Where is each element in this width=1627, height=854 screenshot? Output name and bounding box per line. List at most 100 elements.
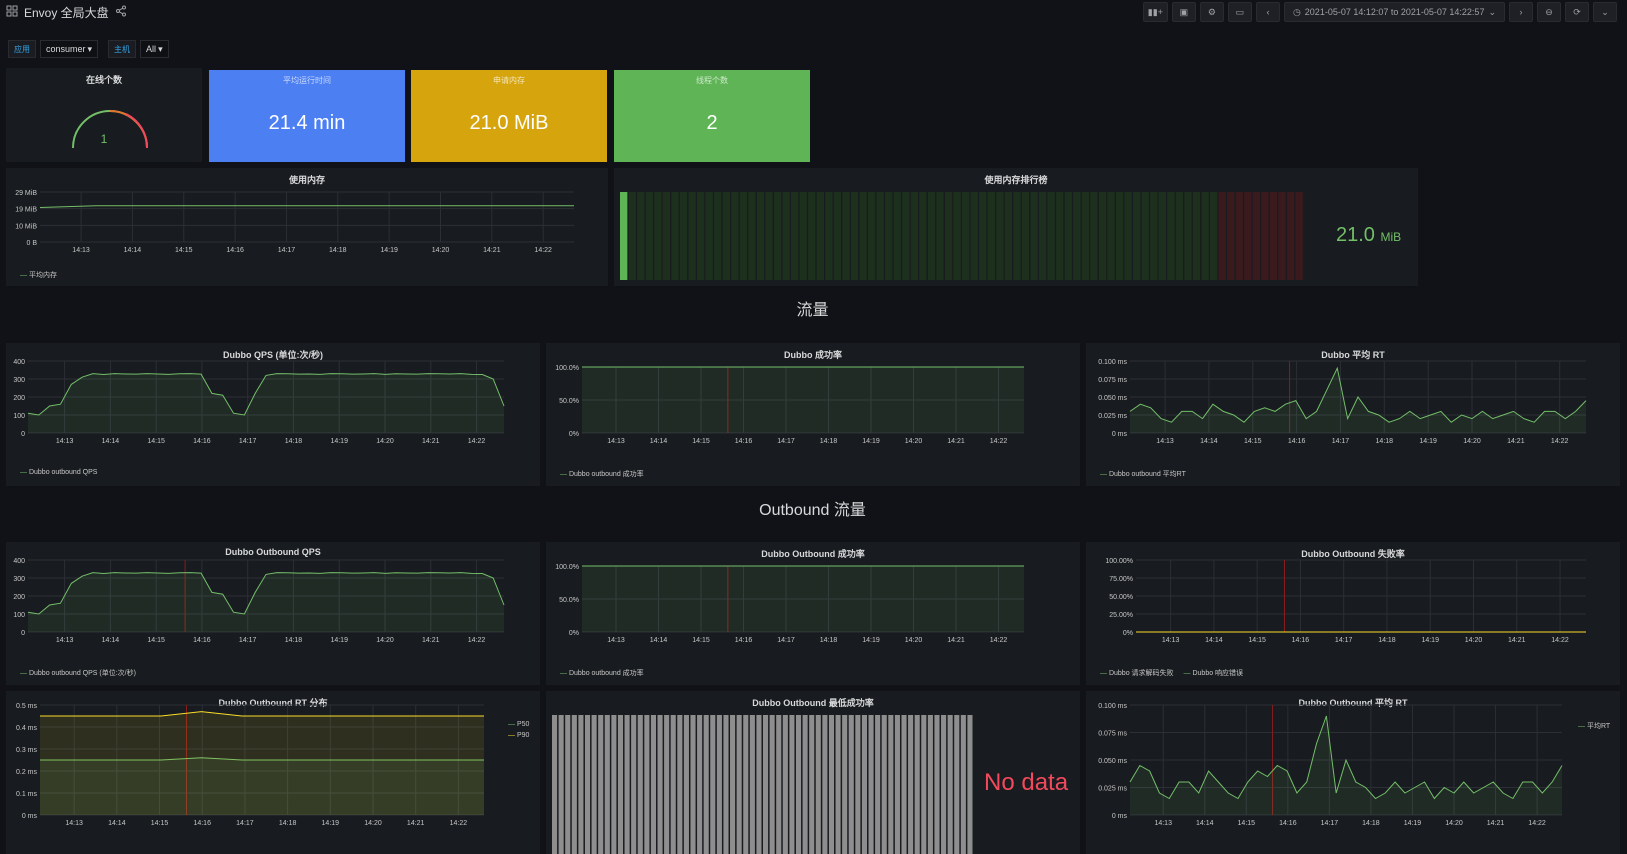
y-tick-label: 29 MiB [15, 190, 37, 197]
gauge-cell [960, 715, 966, 854]
x-tick-label: 14:15 [692, 438, 710, 445]
legend-item[interactable]: Dubbo outbound QPS [20, 469, 98, 476]
legend-item[interactable]: Dubbo outbound 成功率 [560, 469, 644, 479]
time-back-button[interactable]: ‹ [1255, 2, 1280, 22]
gauge-cell [1295, 192, 1303, 280]
gauge-cell [868, 715, 874, 854]
legend-item-p50[interactable]: — P50 [508, 721, 529, 728]
x-tick-label: 14:17 [239, 637, 257, 644]
gauge-cell [598, 715, 604, 854]
gauge-cell [822, 715, 828, 854]
legend-item[interactable]: 平均内存 [20, 270, 57, 280]
heap-panel: 申请内存 21.0 MiB [411, 70, 607, 162]
gauge-cell [1133, 192, 1141, 280]
refresh-button[interactable]: ⟳ [1565, 2, 1589, 22]
x-tick-label: 14:20 [905, 438, 923, 445]
series-area [28, 572, 504, 632]
y-tick-label: 0.050 ms [1098, 395, 1127, 402]
x-tick-label: 14:17 [239, 438, 257, 445]
x-tick-label: 14:18 [285, 637, 303, 644]
apps-icon[interactable] [6, 5, 18, 19]
y-tick-label: 50.0% [559, 597, 579, 604]
y-tick-label: 19 MiB [15, 207, 37, 214]
settings-button[interactable]: ⚙ [1199, 2, 1224, 22]
x-tick-label: 14:15 [1244, 438, 1262, 445]
row-title-outbound[interactable]: Outbound 流量 [740, 496, 885, 520]
legend-item[interactable]: Dubbo 请求解码失败 [1100, 668, 1174, 678]
x-tick-label: 14:16 [735, 637, 753, 644]
x-tick-label: 14:20 [376, 438, 394, 445]
gauge-cell [1021, 192, 1030, 280]
time-forward-button[interactable]: › [1509, 2, 1533, 22]
chart-legend: Dubbo outbound QPS (单位:次/秒) [20, 668, 136, 678]
gauge-cell [782, 192, 790, 280]
x-tick-label: 14:21 [422, 637, 440, 644]
x-tick-label: 14:19 [862, 438, 880, 445]
x-tick-label: 14:13 [607, 637, 625, 644]
chart-legend: Dubbo outbound 成功率 [560, 668, 644, 678]
dashboard-title[interactable]: Envoy 全局大盘 [24, 4, 109, 21]
row-title-traffic[interactable]: 流量 [780, 296, 845, 320]
gauge-cell [1184, 192, 1192, 280]
out-success-chart[interactable]: 0% 50.0% 100.0% 14:13 14:14 14:15 14:16 14:17 14… [546, 542, 1080, 685]
legend-item[interactable]: Dubbo outbound QPS (单位:次/秒) [20, 668, 136, 678]
gauge-cell [1201, 192, 1209, 280]
y-tick-label: 50.00% [1109, 594, 1133, 601]
gauge-cell [1278, 192, 1286, 280]
var-select-host[interactable]: All ▾ [140, 40, 169, 58]
x-tick-label: 14:21 [407, 820, 425, 827]
gauge-cell [954, 715, 960, 854]
x-tick-label: 14:22 [468, 438, 486, 445]
time-range-picker[interactable]: ◷ 2021-05-07 14:12:07 to 2021-05-07 14:22… [1283, 2, 1505, 22]
y-tick-label: 300 [13, 377, 25, 384]
y-tick-label: 100.0% [555, 564, 579, 571]
x-tick-label: 14:16 [193, 637, 211, 644]
out-qps-chart[interactable]: 0 100 200 300 400 14:13 14:14 14:15 14:16 14:17 14… [6, 542, 540, 685]
gauge-cell [881, 715, 887, 854]
gauge-cell [861, 715, 867, 854]
y-tick-label: 0.100 ms [1098, 703, 1127, 710]
y-tick-label: 200 [13, 594, 25, 601]
x-tick-label: 14:21 [483, 247, 501, 254]
var-select-app[interactable]: consumer ▾ [40, 40, 99, 58]
add-panel-button[interactable]: ▮▮+ [1142, 2, 1168, 22]
y-tick-label: 0.100 ms [1098, 359, 1127, 366]
out-rt-dist-chart[interactable]: 0 ms 0.1 ms 0.2 ms 0.3 ms 0.4 ms 0.5 ms 14:13 1… [6, 691, 540, 854]
gauge-cell [591, 715, 597, 854]
rt-chart[interactable]: 0 ms 0.025 ms 0.050 ms 0.075 ms 0.100 ms 14:1… [1086, 343, 1620, 486]
var-label-host: 主机 [108, 40, 137, 58]
refresh-interval-button[interactable]: ⌄ [1593, 2, 1617, 22]
gauge-cell [773, 192, 782, 280]
save-dashboard-button[interactable]: ▣ [1171, 2, 1196, 22]
gauge-cell [716, 715, 722, 854]
gauge-cell [996, 192, 1004, 280]
x-tick-label: 14:15 [151, 820, 169, 827]
panel-title: 线程个数 [696, 76, 728, 85]
series-area [40, 711, 484, 815]
chevron-down-icon: ⌄ [1488, 6, 1496, 17]
tv-mode-button[interactable]: ▭ [1227, 2, 1252, 22]
y-tick-label: 0 B [26, 240, 37, 247]
gauge-cell [791, 192, 799, 280]
x-tick-label: 14:17 [236, 820, 254, 827]
legend-item[interactable]: Dubbo outbound 成功率 [560, 668, 644, 678]
zoom-out-button[interactable]: ⊖ [1537, 2, 1561, 22]
series-area [582, 367, 1024, 433]
success-chart[interactable]: 0% 50.0% 100.0% 14:13 14:14 14:15 14:16 14:17 14… [546, 343, 1080, 486]
qps-chart[interactable]: 0 100 200 300 400 14:13 14:14 14:15 14:16 14:17 14… [6, 343, 540, 486]
out-fail-panel: Dubbo Outbound 失败率 0% 25.00% 50.00% 75.00% 1… [1086, 542, 1620, 685]
legend-item-p90[interactable]: — P90 [508, 732, 529, 739]
out-fail-chart[interactable]: 0% 25.00% 50.00% 75.00% 100.00% 14:13 14:14 14:… [1086, 542, 1620, 685]
legend-item[interactable]: Dubbo outbound 平均RT [1100, 469, 1186, 479]
memory-chart[interactable]: 0 B 10 MiB 19 MiB 29 MiB 14:13 14:14 14:15 14:1… [6, 168, 608, 286]
out-qps-panel: Dubbo Outbound QPS 0 100 200 300 400 14:13 14:… [6, 542, 540, 685]
x-tick-label: 14:19 [1421, 637, 1439, 644]
out-avg-rt-chart[interactable]: 0 ms 0.025 ms 0.050 ms 0.075 ms 0.100 ms 14:1… [1086, 691, 1620, 854]
x-tick-label: 14:17 [1335, 637, 1353, 644]
x-tick-label: 14:18 [279, 820, 297, 827]
legend-item[interactable]: Dubbo 响应错误 [1184, 668, 1243, 678]
series-area [582, 566, 1024, 632]
gauge-cell [578, 715, 584, 854]
share-icon[interactable] [115, 5, 127, 19]
legend-item[interactable]: 平均RT [1578, 721, 1610, 731]
